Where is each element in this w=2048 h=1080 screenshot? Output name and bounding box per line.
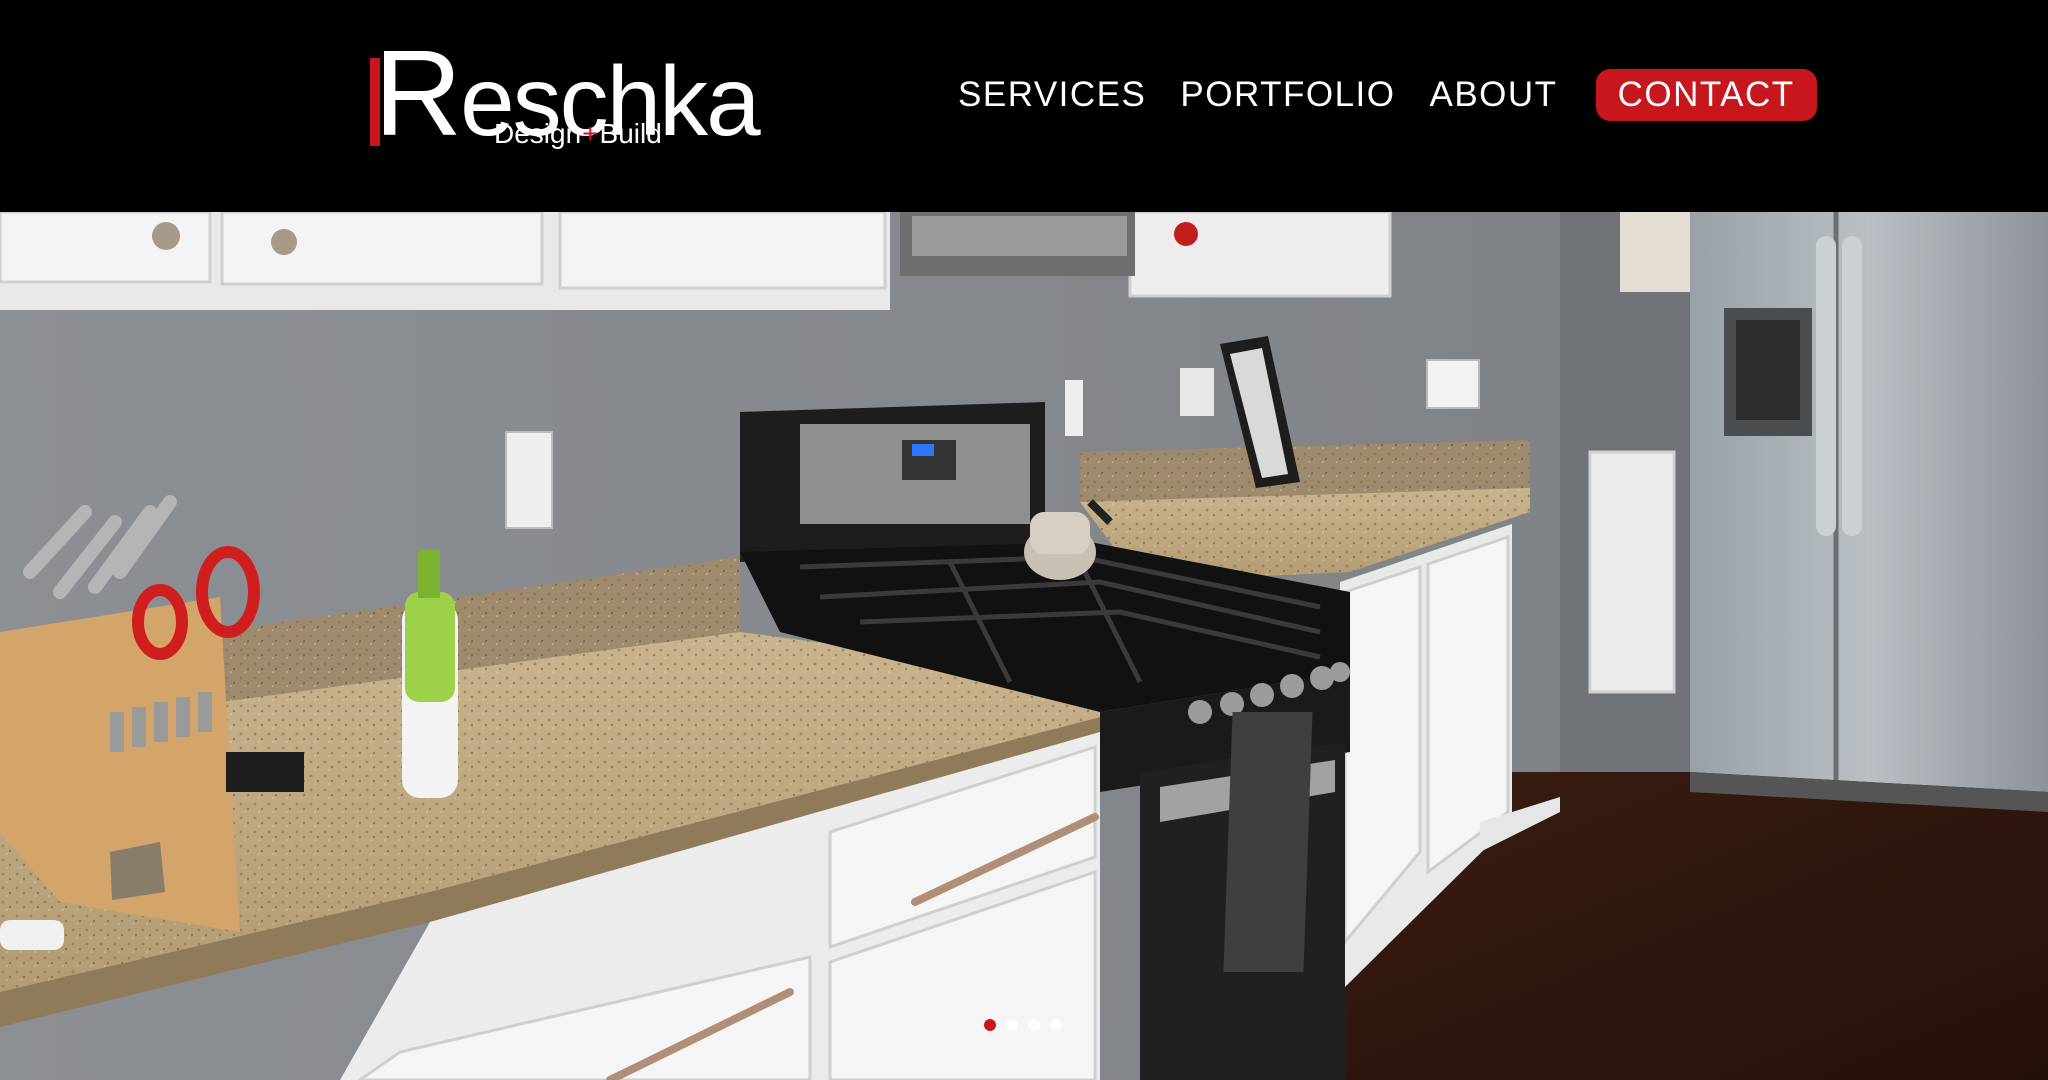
slider-pagination — [984, 1019, 1062, 1031]
logo-tagline-build: Build — [599, 118, 662, 149]
slider-dot-1[interactable] — [984, 1019, 996, 1031]
hero-slide-image — [0, 212, 2048, 1080]
logo[interactable]: Reschka Design+Build — [370, 32, 761, 154]
logo-tagline: Design+Build — [494, 118, 662, 150]
nav-services[interactable]: SERVICES — [958, 75, 1146, 115]
logo-letter-r: R — [374, 25, 462, 161]
slider-dot-3[interactable] — [1028, 1019, 1040, 1031]
logo-tagline-plus: + — [582, 118, 599, 149]
nav-portfolio[interactable]: PORTFOLIO — [1180, 75, 1395, 115]
site-header: Reschka Design+Build SERVICES PORTFOLIO … — [0, 0, 2048, 212]
slider-dot-2[interactable] — [1006, 1019, 1018, 1031]
kitchen-photo — [0, 212, 2048, 1080]
logo-tagline-design: Design — [494, 118, 582, 149]
main-nav: SERVICES PORTFOLIO ABOUT CONTACT — [958, 68, 1817, 122]
contact-button[interactable]: CONTACT — [1595, 69, 1817, 121]
nav-about[interactable]: ABOUT — [1429, 75, 1557, 115]
slider-dot-4[interactable] — [1050, 1019, 1062, 1031]
